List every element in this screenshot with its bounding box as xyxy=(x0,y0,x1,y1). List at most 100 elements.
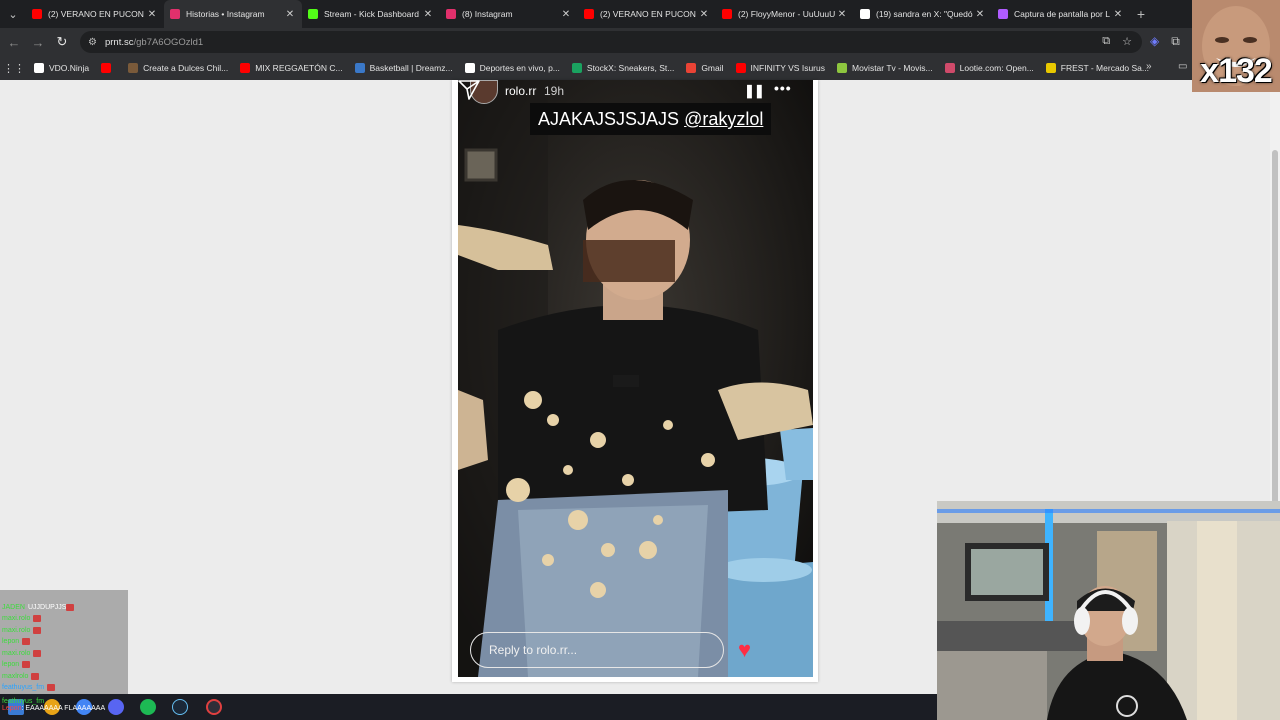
chat-emote-icon xyxy=(47,684,56,692)
tabs: (2) VERANO EN PUCON 🌍 ✕ Historias • Instag… xyxy=(26,0,1130,28)
reload-icon[interactable]: ↻ xyxy=(50,30,74,54)
chat-message-row xyxy=(0,590,128,602)
close-tab-icon[interactable]: ✕ xyxy=(422,9,434,20)
bookmark-item[interactable]: Movistar Tv - Movis... xyxy=(831,63,939,73)
chat-message-row: JADEN UJJDUPJJS xyxy=(0,602,128,614)
install-app-icon[interactable]: ⧉ xyxy=(1102,35,1110,48)
bookmark-favicon-icon xyxy=(837,63,847,73)
tab-0[interactable]: (2) VERANO EN PUCON 🌍 ✕ xyxy=(26,0,164,28)
tab-favicon-icon xyxy=(446,9,456,19)
bookmark-item[interactable]: INFINITY VS Isurus xyxy=(730,63,831,73)
chat-emote-icon xyxy=(33,615,42,623)
chat-username: JADEN xyxy=(2,603,25,611)
bookmark-favicon-icon xyxy=(944,63,955,73)
bookmark-item[interactable]: Deportes en vivo, p... xyxy=(459,63,566,73)
bookmark-favicon-icon xyxy=(735,63,746,73)
tab-3[interactable]: (8) Instagram ✕ xyxy=(440,0,578,28)
site-info-icon[interactable]: ⚙ xyxy=(88,37,97,48)
tab-1[interactable]: Historias • Instagram ✕ xyxy=(164,0,302,28)
discord-icon[interactable] xyxy=(108,699,124,715)
caption-mention[interactable]: @rakyzlol xyxy=(684,109,763,129)
taskbar xyxy=(0,694,937,720)
story-photo xyxy=(458,80,813,677)
more-bookmarks-icon[interactable]: » xyxy=(1146,61,1152,72)
chat-username: maxlrolo xyxy=(2,672,29,680)
bookmark-star-icon[interactable]: ☆ xyxy=(1122,35,1132,48)
bookmarks: VDO.Ninja Create a Dulces Chil... MIX REGG… xyxy=(28,63,1155,73)
tab-favicon-icon xyxy=(998,9,1008,19)
new-tab-button[interactable]: + xyxy=(1130,6,1152,22)
forward-icon[interactable]: → xyxy=(26,30,50,54)
send-icon[interactable] xyxy=(458,80,480,100)
tab-5[interactable]: (2) FloyyMenor - UuUuuU ✕ xyxy=(716,0,854,28)
steam-icon[interactable] xyxy=(172,699,188,715)
bookmark-item[interactable]: VDO.Ninja xyxy=(28,63,95,73)
chat-emote-icon xyxy=(22,661,31,669)
chat-message-row: maxi.rolo xyxy=(0,625,128,637)
tab-2[interactable]: Stream - Kick Dashboard ✕ xyxy=(302,0,440,28)
caption-text: AJAKAJSJSJAJS xyxy=(538,109,685,129)
bookmark-item[interactable]: Gmail xyxy=(680,63,729,73)
bookmark-item[interactable]: Lootie.com: Open... xyxy=(939,63,1040,73)
bookmark-label: Basketball | Dreamz... xyxy=(369,63,453,73)
like-heart-icon[interactable]: ♥ xyxy=(738,637,751,663)
story-caption: AJAKAJSJSJAJS @rakyzlol xyxy=(530,103,772,135)
chat-message-row: maxi.rolo xyxy=(0,648,128,660)
close-tab-icon[interactable]: ✕ xyxy=(284,9,296,20)
story-timestamp: 19h xyxy=(544,84,565,98)
reaction-multiplier: x132 xyxy=(1200,52,1273,90)
bookmark-favicon-icon xyxy=(571,63,582,73)
back-icon[interactable]: ← xyxy=(2,30,26,54)
tab-7[interactable]: Captura de pantalla por L ✕ xyxy=(992,0,1130,28)
chat-emote-icon xyxy=(22,638,31,646)
bookmark-item[interactable]: FREST - Mercado Sa... xyxy=(1040,63,1155,73)
bookmark-favicon-icon xyxy=(354,63,365,73)
story-username[interactable]: rolo.rr xyxy=(505,84,536,98)
spotify-icon[interactable] xyxy=(140,699,156,715)
bookmark-favicon-icon xyxy=(34,63,44,73)
bookmark-item[interactable]: Basketball | Dreamz... xyxy=(349,63,459,73)
tab-6[interactable]: (19) sandra en X: "Quedó ✕ xyxy=(854,0,992,28)
extensions-puzzle-icon[interactable]: ⧉ xyxy=(1171,34,1180,49)
chat-emote-icon xyxy=(33,626,42,634)
chat-message-row: maxi.rolo xyxy=(0,613,128,625)
chat-username: maxi.rolo xyxy=(2,615,31,623)
stream-chat-overlay: JADEN UJJDUPJJS maxi.rolo maxi.rolo lepon max… xyxy=(0,590,128,703)
bookmark-label: Lootie.com: Open... xyxy=(959,63,1034,73)
close-tab-icon[interactable]: ✕ xyxy=(560,9,572,20)
tab-strip: ⌄ (2) VERANO EN PUCON 🌍 ✕ Historias • Inst… xyxy=(0,0,1280,28)
bookmark-label: Movistar Tv - Movis... xyxy=(852,63,933,73)
extension-icon[interactable]: ◈ xyxy=(1150,34,1159,49)
tab-search-icon[interactable]: ⌄ xyxy=(0,0,26,28)
bookmark-item[interactable]: StockX: Sneakers, St... xyxy=(566,63,680,73)
obs-icon[interactable] xyxy=(206,699,222,715)
close-tab-icon[interactable]: ✕ xyxy=(836,9,848,20)
chat-username: feathuyus_fm xyxy=(2,684,45,692)
close-tab-icon[interactable]: ✕ xyxy=(974,9,986,20)
tab-title: Historias • Instagram xyxy=(186,9,265,19)
webcam-image xyxy=(937,501,1280,720)
more-options-icon[interactable]: ••• xyxy=(774,80,792,96)
close-tab-icon[interactable]: ✕ xyxy=(1112,9,1124,20)
tab-favicon-icon xyxy=(32,9,42,19)
bookmark-item[interactable]: MIX REGGAETÓN C... xyxy=(234,63,348,73)
bookmark-label: VDO.Ninja xyxy=(49,63,90,73)
reply-input[interactable]: Reply to rolo.rr... xyxy=(470,632,724,668)
chat-message-row: lepon xyxy=(0,636,128,648)
close-tab-icon[interactable]: ✕ xyxy=(146,9,158,20)
bookmark-item[interactable] xyxy=(95,63,122,73)
url-domain: prnt.sc xyxy=(104,36,134,48)
address-bar[interactable]: ⚙ prnt.sc/gb7A6OGOzld1 ⧉ ☆ xyxy=(80,31,1142,53)
bookmark-favicon-icon xyxy=(240,63,251,73)
close-tab-icon[interactable]: ✕ xyxy=(698,9,710,20)
apps-grid-icon[interactable]: ⋮⋮ xyxy=(0,62,28,75)
bookmark-label: StockX: Sneakers, St... xyxy=(586,63,675,73)
bookmark-item[interactable]: Create a Dulces Chil... xyxy=(122,63,234,73)
pause-icon[interactable]: ❚❚ xyxy=(744,83,765,99)
tab-4[interactable]: (2) VERANO EN PUCON 🌍 ✕ xyxy=(578,0,716,28)
bookmark-favicon-icon xyxy=(686,63,697,73)
instagram-story: rolo.rr 19h ❚❚ ••• AJAKAJSJSJAJS @rakyzl… xyxy=(458,80,813,677)
bookmark-label: Deportes en vivo, p... xyxy=(479,63,560,73)
folder-icon[interactable]: ▭ xyxy=(1178,61,1187,72)
tab-favicon-icon xyxy=(170,9,180,19)
